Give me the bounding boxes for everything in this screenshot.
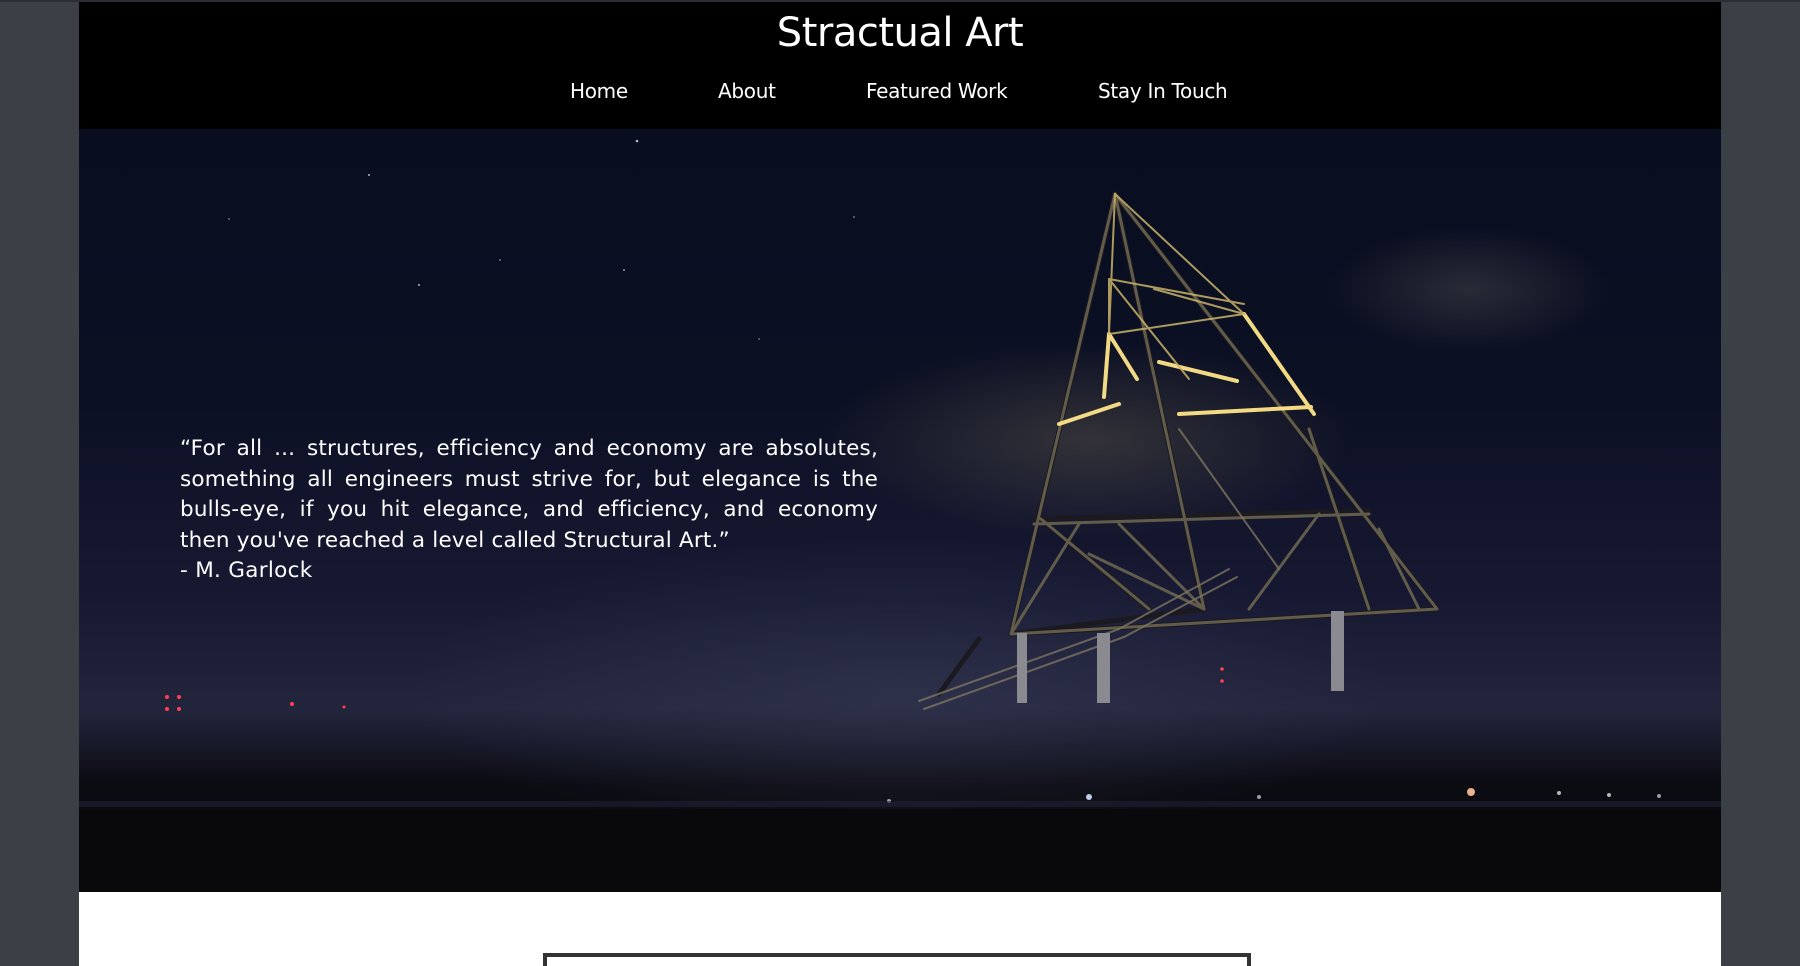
ground: [79, 809, 1721, 892]
nav-featured-work-link[interactable]: Featured Work: [866, 74, 1008, 108]
horizon-lights: [165, 667, 1661, 803]
page: Stractual Art Home About Featured Work S…: [79, 2, 1721, 966]
stars: [228, 139, 855, 340]
nav-stay-in-touch-link[interactable]: Stay In Touch: [1098, 74, 1228, 108]
site-header: Stractual Art Home About Featured Work S…: [79, 2, 1721, 129]
tetrahedron-structure-image: [918, 191, 1440, 710]
nav-about-link[interactable]: About: [718, 74, 776, 108]
main-nav: Home About Featured Work Stay In Touch: [79, 74, 1721, 108]
content-box: [543, 953, 1251, 966]
hero-section: “For all ... structures, efficiency and …: [79, 129, 1721, 892]
site-title[interactable]: Stractual Art: [79, 8, 1721, 58]
hero-quote: “For all ... structures, efficiency and …: [180, 436, 878, 553]
quote-author: - M. Garlock: [180, 558, 313, 583]
nav-home-link[interactable]: Home: [570, 74, 628, 108]
